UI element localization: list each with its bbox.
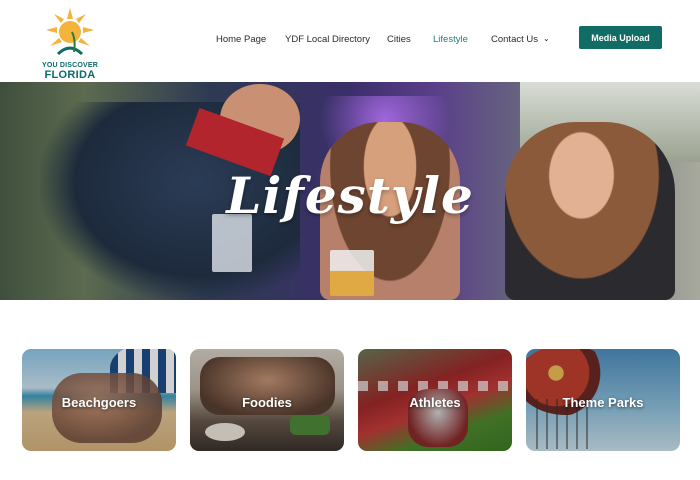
logo-text-line2: FLORIDA [44, 69, 96, 81]
logo-text-line1: YOU DISCOVER [41, 62, 99, 69]
nav-contact-us[interactable]: Contact Us ⌄ [491, 34, 550, 45]
category-card-beachgoers[interactable]: Beachgoers [22, 349, 176, 451]
category-card-athletes[interactable]: Athletes [358, 349, 512, 451]
nav-home[interactable]: Home Page [216, 34, 266, 45]
nav-lifestyle[interactable]: Lifestyle [433, 34, 468, 45]
nav-contact-us-label: Contact Us [491, 34, 538, 45]
category-label: Beachgoers [61, 395, 137, 410]
category-card-theme-parks[interactable]: Theme Parks [526, 349, 680, 451]
category-card-foodies[interactable]: Foodies [190, 349, 344, 451]
site-logo[interactable]: YOU DISCOVER FLORIDA [40, 6, 100, 81]
hero-banner: Lifestyle [0, 82, 700, 300]
media-upload-button[interactable]: Media Upload [579, 26, 662, 49]
category-label: Foodies [242, 395, 292, 410]
chevron-down-icon: ⌄ [543, 34, 550, 43]
cup-center [330, 250, 374, 296]
site-header: YOU DISCOVER FLORIDA Home Page YDF Local… [0, 0, 700, 82]
category-label: Theme Parks [562, 395, 644, 410]
sun-logo-icon [46, 8, 94, 56]
category-label: Athletes [409, 395, 461, 410]
nav-cities[interactable]: Cities [387, 34, 411, 45]
nav-ydf-local-directory[interactable]: YDF Local Directory [285, 34, 370, 45]
hero-title: Lifestyle [226, 166, 474, 225]
